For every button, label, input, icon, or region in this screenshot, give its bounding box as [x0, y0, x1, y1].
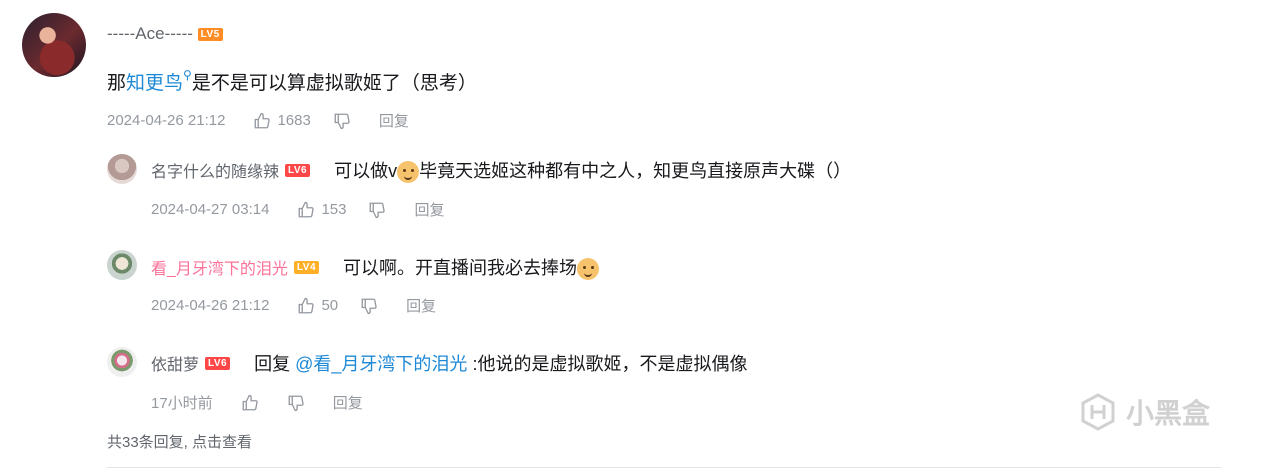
- reply-text-part: :他说的是虚拟歌姬，不是虚拟偶像: [467, 354, 748, 374]
- username[interactable]: -----Ace-----: [107, 24, 193, 43]
- username[interactable]: 名字什么的随缘辣: [151, 158, 279, 182]
- like-button[interactable]: 50: [297, 297, 338, 315]
- dislike-button[interactable]: [360, 297, 384, 315]
- reply-item: 依甜萝 LV6 回复 @看_月牙湾下的泪光 :他说的是虚拟歌姬，不是虚拟偶像: [151, 350, 747, 376]
- dislike-button[interactable]: [368, 201, 392, 219]
- like-button[interactable]: [241, 394, 265, 412]
- timestamp: 2024-04-26 21:12: [107, 112, 226, 129]
- thumbs-up-icon: [299, 201, 315, 217]
- avatar[interactable]: [107, 250, 137, 280]
- doge-emoji-icon: [577, 258, 600, 281]
- timestamp: 2024-04-27 03:14: [151, 201, 270, 218]
- avatar[interactable]: [107, 347, 137, 377]
- username[interactable]: 看_月牙湾下的泪光: [151, 255, 288, 279]
- search-icon[interactable]: ⚲: [183, 68, 192, 82]
- watermark: 小黑盒: [1078, 392, 1210, 432]
- thumbs-down-icon: [370, 202, 386, 218]
- comment-author[interactable]: -----Ace----- LV5: [107, 24, 223, 44]
- level-badge: LV5: [197, 28, 223, 42]
- like-button[interactable]: 153: [297, 201, 346, 219]
- avatar[interactable]: [22, 13, 86, 77]
- reply-button[interactable]: 回复: [406, 295, 436, 316]
- like-count: 50: [321, 297, 339, 314]
- reply-text-part: 毕竟天选姬这种都有中之人，知更鸟直接原声大碟（）: [419, 161, 852, 181]
- reply-meta: 17小时前 回复: [151, 392, 363, 413]
- reply-meta: 2024-04-26 21:12 50 回复: [151, 295, 436, 316]
- level-badge: LV6: [205, 356, 231, 370]
- like-button[interactable]: 1683: [253, 112, 311, 130]
- timestamp: 17小时前: [151, 395, 213, 412]
- search-link[interactable]: 知更鸟: [126, 73, 183, 94]
- reply-button[interactable]: 回复: [333, 392, 363, 413]
- avatar[interactable]: [107, 154, 137, 184]
- reply-text-part: 可以啊。开直播间我必去捧场: [343, 258, 578, 278]
- dislike-button[interactable]: [333, 112, 357, 130]
- thumbs-up-icon: [299, 297, 315, 313]
- reply-text: 可以做v 毕竟天选姬这种都有中之人，知更鸟直接原声大碟（）: [334, 157, 852, 184]
- reply-meta: 2024-04-27 03:14 153 回复: [151, 199, 444, 220]
- thumbs-down-icon: [288, 395, 304, 411]
- reply-button[interactable]: 回复: [379, 110, 409, 131]
- reply-text: 回复 @看_月牙湾下的泪光 :他说的是虚拟歌姬，不是虚拟偶像: [254, 350, 747, 376]
- doge-emoji-icon: [397, 161, 420, 184]
- comment-text-part: 那: [107, 73, 127, 94]
- like-count: 153: [321, 201, 347, 218]
- thumbs-down-icon: [334, 113, 350, 129]
- level-badge: LV6: [285, 163, 311, 177]
- timestamp: 2024-04-26 21:12: [151, 297, 270, 314]
- mention-link[interactable]: @看_月牙湾下的泪光: [295, 354, 467, 374]
- reply-text: 可以啊。开直播间我必去捧场: [343, 254, 600, 281]
- reply-button[interactable]: 回复: [414, 199, 444, 220]
- thumbs-down-icon: [361, 298, 377, 314]
- reply-text-part: 可以做v: [334, 161, 398, 181]
- thumbs-up-icon: [255, 112, 271, 128]
- watermark-text: 小黑盒: [1126, 398, 1211, 429]
- level-badge: LV4: [293, 260, 320, 274]
- like-count: 1683: [277, 112, 311, 129]
- comment-text-part: 是不是可以算虚拟歌姬了（思考）: [191, 73, 477, 94]
- reply-item: 名字什么的随缘辣 LV6 可以做v 毕竟天选姬这种都有中之人，知更鸟直接原声大碟（…: [151, 157, 852, 184]
- divider: [107, 467, 1221, 468]
- reply-prefix: 回复: [254, 354, 296, 374]
- reply-item: 看_月牙湾下的泪光 LV4 可以啊。开直播间我必去捧场: [151, 254, 600, 281]
- heybox-logo-icon: [1081, 393, 1115, 431]
- comment-meta: 2024-04-26 21:12 1683 回复: [107, 110, 409, 131]
- thumbs-up-icon: [242, 394, 258, 410]
- view-more-replies-link[interactable]: 共33条回复, 点击查看: [107, 431, 252, 452]
- comment-text: 那知更鸟⚲是不是可以算虚拟歌姬了（思考）: [107, 68, 477, 95]
- username[interactable]: 依甜萝: [151, 351, 199, 375]
- dislike-button[interactable]: [287, 394, 311, 412]
